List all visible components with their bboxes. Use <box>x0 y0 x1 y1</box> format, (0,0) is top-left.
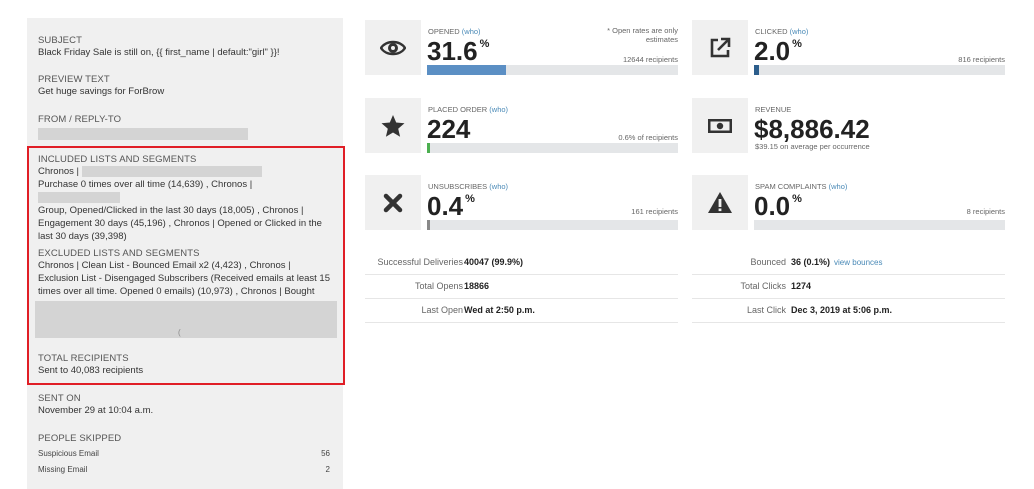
stat-value: Wed at 2:50 p.m. <box>464 305 535 315</box>
view-bounces-link[interactable]: view bounces <box>834 258 882 267</box>
opened-value: 31.6% <box>427 36 490 66</box>
revenue-value: $8,886.42 <box>754 114 870 144</box>
open-rate-note: * Open rates are only estimates <box>607 26 678 44</box>
preview-section: PREVIEW TEXT Get huge savings for ForBro… <box>38 74 333 98</box>
placed-order-progress-bar <box>427 143 678 153</box>
stat-value: 18866 <box>464 281 490 291</box>
stat-value: 36 (0.1%) view bounces <box>791 257 883 267</box>
placed-order-label: PLACED ORDER (who) <box>428 105 509 114</box>
subject-label: SUBJECT <box>38 35 82 46</box>
stat-label: Total Opens <box>414 281 463 291</box>
opened-card: OPENED (who) 31.6% * Open rates are only… <box>365 20 678 75</box>
from-section: FROM / REPLY-TO <box>38 114 333 140</box>
unsubscribes-progress-bar <box>427 220 678 230</box>
who-link[interactable]: (who) <box>489 182 508 191</box>
sent-on-section: SENT ON November 29 at 10:04 a.m. <box>38 393 333 417</box>
subject-value: Black Friday Sale is still on, {{ first_… <box>38 47 280 58</box>
table-row: Last Open Wed at 2:50 p.m. <box>365 299 678 323</box>
opened-label: OPENED (who) <box>428 27 481 36</box>
skipped-label: Suspicious Email <box>38 449 99 458</box>
spam-value: 0.0% <box>754 191 802 221</box>
stat-value: 1274 <box>791 281 812 291</box>
people-skipped-label: PEOPLE SKIPPED <box>38 433 122 444</box>
people-skipped-section: PEOPLE SKIPPED <box>38 433 333 444</box>
spam-recipients: 8 recipients <box>966 207 1005 216</box>
list-item: Missing Email 2 <box>38 465 330 474</box>
stat-label: Bounced <box>750 257 786 267</box>
placed-order-recipients: 0.6% of recipients <box>618 133 678 142</box>
opened-progress-bar <box>427 65 678 75</box>
clicked-card: CLICKED (who) 2.0% 816 recipients <box>692 20 1005 75</box>
unsubscribes-value: 0.4% <box>427 191 475 221</box>
stat-label: Last Click <box>746 305 786 315</box>
revenue-label: REVENUE <box>755 105 792 114</box>
opened-recipients: 12644 recipients <box>622 55 678 64</box>
spam-label: SPAM COMPLAINTS (who) <box>755 182 848 191</box>
skipped-label: Missing Email <box>38 465 88 474</box>
stat-value: 40047 (99.9%) <box>464 257 524 267</box>
unsubscribes-card: UNSUBSCRIBES (who) 0.4% 161 recipients <box>365 175 678 230</box>
sent-on-label: SENT ON <box>38 393 81 404</box>
from-label: FROM / REPLY-TO <box>38 114 122 125</box>
table-row: Bounced 36 (0.1%) view bounces <box>692 251 1005 275</box>
money-icon <box>692 98 748 153</box>
who-link[interactable]: (who) <box>489 105 508 114</box>
sent-on-value: November 29 at 10:04 a.m. <box>38 405 154 416</box>
unsubscribes-label: UNSUBSCRIBES (who) <box>428 182 509 191</box>
redacted-block <box>38 128 248 140</box>
who-link[interactable]: (who) <box>462 27 481 36</box>
spam-progress-bar <box>754 220 1005 230</box>
who-link[interactable]: (who) <box>790 27 809 36</box>
who-link[interactable]: (who) <box>829 182 848 191</box>
table-row: Last Click Dec 3, 2019 at 5:06 p.m. <box>692 299 1005 323</box>
spam-complaints-card: SPAM COMPLAINTS (who) 0.0% 8 recipients <box>692 175 1005 230</box>
clicked-recipients: 816 recipients <box>958 55 1005 64</box>
list-item: Suspicious Email 56 <box>38 449 330 458</box>
clicked-label: CLICKED (who) <box>755 27 809 36</box>
external-link-icon <box>692 20 748 75</box>
clicked-progress-bar <box>754 65 1005 75</box>
revenue-card: REVENUE $8,886.42 $39.15 on average per … <box>692 98 1005 153</box>
table-row: Total Opens 18866 <box>365 275 678 299</box>
star-icon <box>365 98 421 153</box>
preview-label: PREVIEW TEXT <box>38 74 110 85</box>
unsubscribes-recipients: 161 recipients <box>631 207 678 216</box>
highlight-annotation-box <box>27 146 345 385</box>
warning-icon <box>692 175 748 230</box>
placed-order-card: PLACED ORDER (who) 224 0.6% of recipient… <box>365 98 678 153</box>
x-icon <box>365 175 421 230</box>
placed-order-value: 224 <box>427 114 471 144</box>
stat-value: Dec 3, 2019 at 5:06 p.m. <box>791 305 893 315</box>
preview-value: Get huge savings for ForBrow <box>38 86 165 97</box>
table-row: Total Clicks 1274 <box>692 275 1005 299</box>
skipped-count: 2 <box>325 465 330 474</box>
stat-label: Successful Deliveries <box>377 257 463 267</box>
clicked-value: 2.0% <box>754 36 802 66</box>
stat-label: Last Open <box>421 305 463 315</box>
skipped-count: 56 <box>321 449 330 458</box>
revenue-average: $39.15 on average per occurrence <box>755 142 870 151</box>
subject-section: SUBJECT Black Friday Sale is still on, {… <box>38 35 333 59</box>
table-row: Successful Deliveries 40047 (99.9%) <box>365 251 678 275</box>
stat-label: Total Clicks <box>740 281 786 291</box>
eye-icon <box>365 20 421 75</box>
